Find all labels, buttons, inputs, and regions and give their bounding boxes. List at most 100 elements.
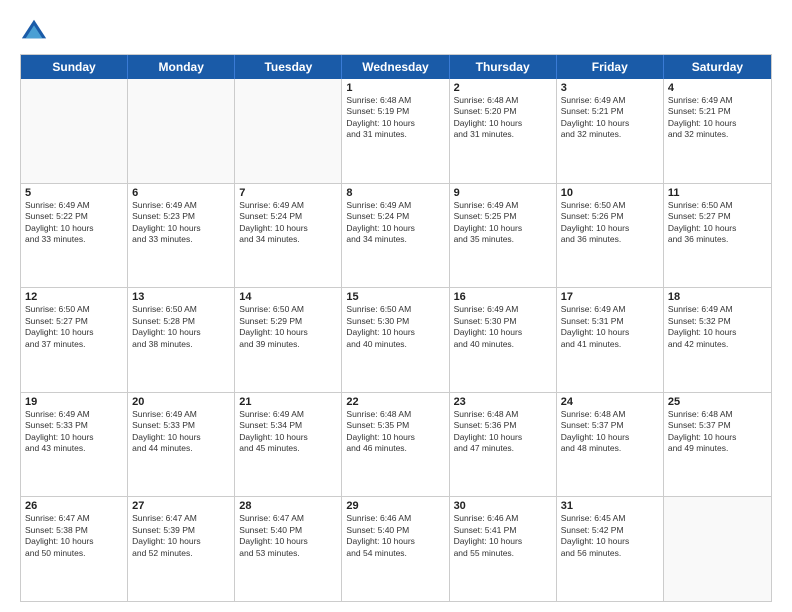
day-cell: 14Sunrise: 6:50 AM Sunset: 5:29 PM Dayli… <box>235 288 342 392</box>
day-cell: 26Sunrise: 6:47 AM Sunset: 5:38 PM Dayli… <box>21 497 128 601</box>
day-cell: 7Sunrise: 6:49 AM Sunset: 5:24 PM Daylig… <box>235 184 342 288</box>
day-number: 24 <box>561 396 659 408</box>
day-info: Sunrise: 6:49 AM Sunset: 5:24 PM Dayligh… <box>239 200 337 246</box>
day-number: 9 <box>454 187 552 199</box>
day-cell: 25Sunrise: 6:48 AM Sunset: 5:37 PM Dayli… <box>664 393 771 497</box>
day-number: 27 <box>132 500 230 512</box>
day-info: Sunrise: 6:49 AM Sunset: 5:34 PM Dayligh… <box>239 409 337 455</box>
day-cell: 1Sunrise: 6:48 AM Sunset: 5:19 PM Daylig… <box>342 79 449 183</box>
page: SundayMondayTuesdayWednesdayThursdayFrid… <box>0 0 792 612</box>
day-cell: 27Sunrise: 6:47 AM Sunset: 5:39 PM Dayli… <box>128 497 235 601</box>
week-row-3: 12Sunrise: 6:50 AM Sunset: 5:27 PM Dayli… <box>21 287 771 392</box>
day-cell: 30Sunrise: 6:46 AM Sunset: 5:41 PM Dayli… <box>450 497 557 601</box>
day-info: Sunrise: 6:50 AM Sunset: 5:28 PM Dayligh… <box>132 304 230 350</box>
header <box>20 16 772 44</box>
logo-icon <box>20 16 48 44</box>
day-cell: 28Sunrise: 6:47 AM Sunset: 5:40 PM Dayli… <box>235 497 342 601</box>
day-number: 7 <box>239 187 337 199</box>
day-number: 11 <box>668 187 767 199</box>
day-info: Sunrise: 6:48 AM Sunset: 5:37 PM Dayligh… <box>668 409 767 455</box>
day-info: Sunrise: 6:49 AM Sunset: 5:24 PM Dayligh… <box>346 200 444 246</box>
day-cell: 19Sunrise: 6:49 AM Sunset: 5:33 PM Dayli… <box>21 393 128 497</box>
day-number: 30 <box>454 500 552 512</box>
day-cell: 5Sunrise: 6:49 AM Sunset: 5:22 PM Daylig… <box>21 184 128 288</box>
day-cell: 20Sunrise: 6:49 AM Sunset: 5:33 PM Dayli… <box>128 393 235 497</box>
day-info: Sunrise: 6:49 AM Sunset: 5:30 PM Dayligh… <box>454 304 552 350</box>
day-cell: 10Sunrise: 6:50 AM Sunset: 5:26 PM Dayli… <box>557 184 664 288</box>
day-number: 13 <box>132 291 230 303</box>
day-info: Sunrise: 6:46 AM Sunset: 5:40 PM Dayligh… <box>346 513 444 559</box>
day-info: Sunrise: 6:50 AM Sunset: 5:27 PM Dayligh… <box>668 200 767 246</box>
day-cell: 16Sunrise: 6:49 AM Sunset: 5:30 PM Dayli… <box>450 288 557 392</box>
day-number: 17 <box>561 291 659 303</box>
day-info: Sunrise: 6:49 AM Sunset: 5:32 PM Dayligh… <box>668 304 767 350</box>
day-number: 12 <box>25 291 123 303</box>
day-number: 18 <box>668 291 767 303</box>
day-cell: 3Sunrise: 6:49 AM Sunset: 5:21 PM Daylig… <box>557 79 664 183</box>
day-info: Sunrise: 6:50 AM Sunset: 5:27 PM Dayligh… <box>25 304 123 350</box>
day-info: Sunrise: 6:46 AM Sunset: 5:41 PM Dayligh… <box>454 513 552 559</box>
day-number: 21 <box>239 396 337 408</box>
day-number: 22 <box>346 396 444 408</box>
calendar: SundayMondayTuesdayWednesdayThursdayFrid… <box>20 54 772 602</box>
day-header-monday: Monday <box>128 55 235 79</box>
day-cell <box>21 79 128 183</box>
day-cell: 23Sunrise: 6:48 AM Sunset: 5:36 PM Dayli… <box>450 393 557 497</box>
day-number: 3 <box>561 82 659 94</box>
day-number: 6 <box>132 187 230 199</box>
day-cell: 15Sunrise: 6:50 AM Sunset: 5:30 PM Dayli… <box>342 288 449 392</box>
day-number: 26 <box>25 500 123 512</box>
day-info: Sunrise: 6:49 AM Sunset: 5:23 PM Dayligh… <box>132 200 230 246</box>
week-row-4: 19Sunrise: 6:49 AM Sunset: 5:33 PM Dayli… <box>21 392 771 497</box>
day-cell: 9Sunrise: 6:49 AM Sunset: 5:25 PM Daylig… <box>450 184 557 288</box>
day-cell <box>128 79 235 183</box>
day-number: 28 <box>239 500 337 512</box>
week-row-1: 1Sunrise: 6:48 AM Sunset: 5:19 PM Daylig… <box>21 79 771 183</box>
day-cell: 4Sunrise: 6:49 AM Sunset: 5:21 PM Daylig… <box>664 79 771 183</box>
day-cell: 21Sunrise: 6:49 AM Sunset: 5:34 PM Dayli… <box>235 393 342 497</box>
day-number: 5 <box>25 187 123 199</box>
day-header-thursday: Thursday <box>450 55 557 79</box>
day-info: Sunrise: 6:48 AM Sunset: 5:20 PM Dayligh… <box>454 95 552 141</box>
day-number: 14 <box>239 291 337 303</box>
day-header-saturday: Saturday <box>664 55 771 79</box>
day-number: 8 <box>346 187 444 199</box>
day-header-wednesday: Wednesday <box>342 55 449 79</box>
day-info: Sunrise: 6:50 AM Sunset: 5:30 PM Dayligh… <box>346 304 444 350</box>
day-cell: 13Sunrise: 6:50 AM Sunset: 5:28 PM Dayli… <box>128 288 235 392</box>
day-info: Sunrise: 6:49 AM Sunset: 5:22 PM Dayligh… <box>25 200 123 246</box>
day-cell: 24Sunrise: 6:48 AM Sunset: 5:37 PM Dayli… <box>557 393 664 497</box>
day-info: Sunrise: 6:47 AM Sunset: 5:38 PM Dayligh… <box>25 513 123 559</box>
day-cell <box>664 497 771 601</box>
day-info: Sunrise: 6:49 AM Sunset: 5:25 PM Dayligh… <box>454 200 552 246</box>
day-cell: 6Sunrise: 6:49 AM Sunset: 5:23 PM Daylig… <box>128 184 235 288</box>
day-number: 10 <box>561 187 659 199</box>
day-number: 29 <box>346 500 444 512</box>
day-number: 4 <box>668 82 767 94</box>
day-info: Sunrise: 6:47 AM Sunset: 5:40 PM Dayligh… <box>239 513 337 559</box>
day-cell: 18Sunrise: 6:49 AM Sunset: 5:32 PM Dayli… <box>664 288 771 392</box>
day-info: Sunrise: 6:48 AM Sunset: 5:36 PM Dayligh… <box>454 409 552 455</box>
day-cell <box>235 79 342 183</box>
day-cell: 2Sunrise: 6:48 AM Sunset: 5:20 PM Daylig… <box>450 79 557 183</box>
day-info: Sunrise: 6:49 AM Sunset: 5:31 PM Dayligh… <box>561 304 659 350</box>
day-info: Sunrise: 6:49 AM Sunset: 5:21 PM Dayligh… <box>561 95 659 141</box>
day-cell: 11Sunrise: 6:50 AM Sunset: 5:27 PM Dayli… <box>664 184 771 288</box>
day-info: Sunrise: 6:48 AM Sunset: 5:35 PM Dayligh… <box>346 409 444 455</box>
week-row-5: 26Sunrise: 6:47 AM Sunset: 5:38 PM Dayli… <box>21 496 771 601</box>
day-info: Sunrise: 6:45 AM Sunset: 5:42 PM Dayligh… <box>561 513 659 559</box>
day-number: 23 <box>454 396 552 408</box>
day-cell: 31Sunrise: 6:45 AM Sunset: 5:42 PM Dayli… <box>557 497 664 601</box>
day-number: 1 <box>346 82 444 94</box>
day-cell: 12Sunrise: 6:50 AM Sunset: 5:27 PM Dayli… <box>21 288 128 392</box>
day-info: Sunrise: 6:49 AM Sunset: 5:33 PM Dayligh… <box>132 409 230 455</box>
day-cell: 29Sunrise: 6:46 AM Sunset: 5:40 PM Dayli… <box>342 497 449 601</box>
day-info: Sunrise: 6:47 AM Sunset: 5:39 PM Dayligh… <box>132 513 230 559</box>
day-cell: 22Sunrise: 6:48 AM Sunset: 5:35 PM Dayli… <box>342 393 449 497</box>
day-info: Sunrise: 6:49 AM Sunset: 5:33 PM Dayligh… <box>25 409 123 455</box>
day-header-sunday: Sunday <box>21 55 128 79</box>
weeks: 1Sunrise: 6:48 AM Sunset: 5:19 PM Daylig… <box>21 79 771 601</box>
day-info: Sunrise: 6:48 AM Sunset: 5:19 PM Dayligh… <box>346 95 444 141</box>
logo <box>20 16 52 44</box>
day-number: 25 <box>668 396 767 408</box>
